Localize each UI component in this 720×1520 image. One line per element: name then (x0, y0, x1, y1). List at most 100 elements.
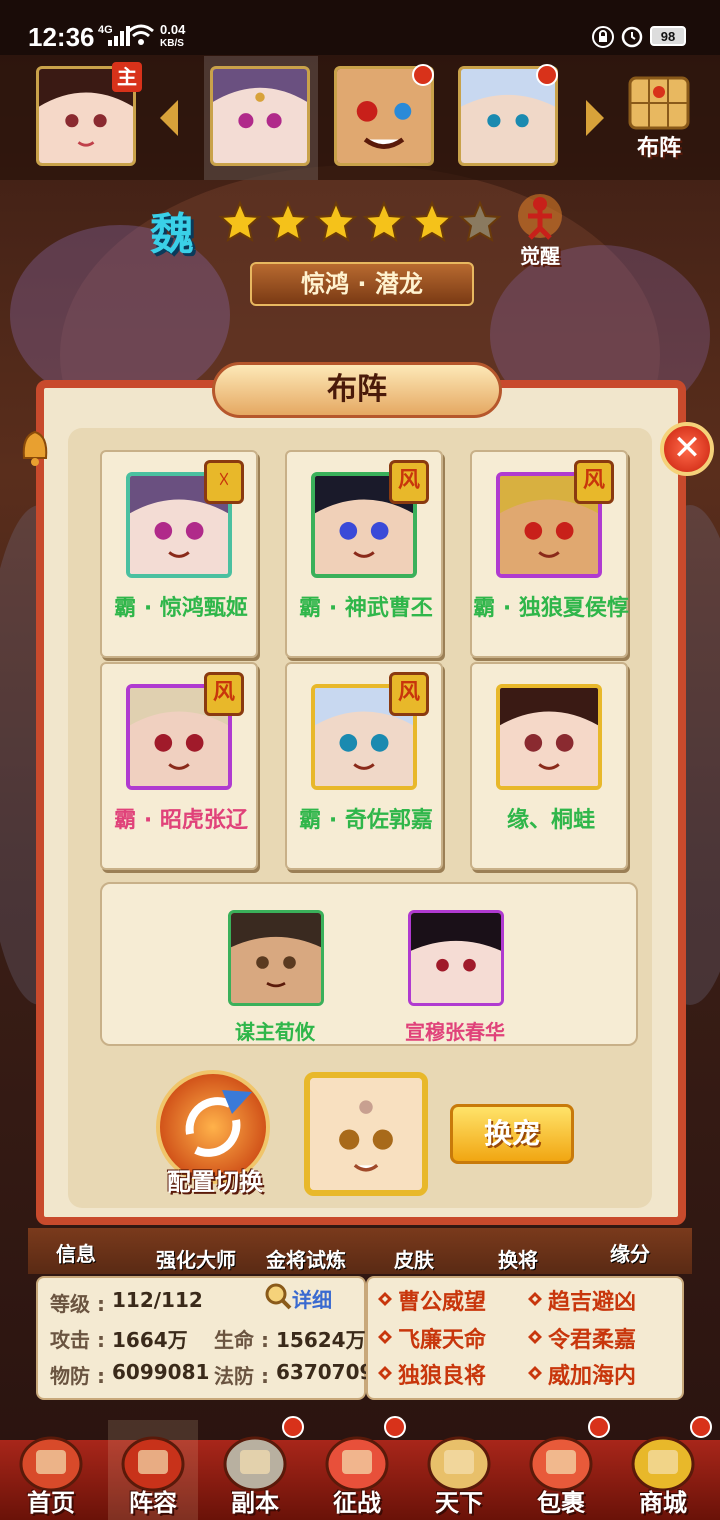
hero-card-name: 霸 · 独狼夏侯惇 (473, 596, 629, 621)
hero-title-banner: 惊鸿 · 潜龙 (250, 262, 474, 306)
star-filled-icon (362, 200, 406, 243)
mdef-label: 法防 : (214, 1364, 269, 1388)
nav-label: 商城 (639, 1489, 687, 1517)
diamond-bullet-icon (378, 1330, 392, 1344)
hero-card-name: 缘、桐蛙 (506, 808, 595, 833)
pdef-value: 6099081 (112, 1360, 210, 1384)
hero-card[interactable]: 风霸 · 昭虎张辽 (100, 662, 258, 870)
diamond-bullet-icon (378, 1366, 392, 1380)
tab-bar (28, 1228, 692, 1274)
fate-label: 威加海内 (548, 1364, 637, 1389)
hp-label: 生命 : (214, 1328, 269, 1352)
hero-card[interactable]: 风霸 · 奇佐郭嘉 (285, 662, 443, 870)
chevron-right-icon[interactable] (582, 98, 608, 138)
formation-board-icon (628, 76, 690, 130)
tab-skin[interactable]: 皮肤 (394, 1244, 434, 1273)
net-speed-unit: KB/S (160, 38, 184, 49)
star-filled-icon (266, 200, 310, 243)
wind-icon: 风 (389, 672, 429, 716)
nav-world[interactable]: 天下 (414, 1420, 504, 1520)
nav-label: 副本 (231, 1489, 279, 1517)
notification-dot (536, 64, 558, 86)
mdef-value: 6370709 (276, 1360, 374, 1384)
substitute-portrait-1[interactable] (228, 910, 324, 1006)
diamond-bullet-icon (528, 1366, 542, 1380)
nav-lineup[interactable]: 阵容 (108, 1420, 198, 1520)
star-filled-icon (410, 200, 454, 243)
wifi-icon (128, 24, 154, 45)
star-filled-icon (218, 200, 262, 243)
hero-card[interactable]: 缘、桐蛙 (470, 662, 628, 870)
tab-swap-hero[interactable]: 换将 (498, 1244, 538, 1273)
hero-card-name: 霸 · 惊鸿甄姬 (114, 596, 248, 621)
kingdom-label: 魏 (150, 209, 194, 260)
hero-face-icon (500, 688, 598, 786)
wind-icon: 风 (574, 460, 614, 504)
hp-value: 15624万 (276, 1328, 366, 1352)
close-icon: ✕ (672, 428, 702, 468)
signal-icon (108, 26, 130, 46)
nav-label: 阵容 (129, 1489, 177, 1517)
detail-button[interactable]: 详细 (264, 1280, 344, 1316)
pet-portrait[interactable] (304, 1072, 428, 1196)
notification-dot (588, 1416, 610, 1438)
config-switch-label: 配置切换 (167, 1168, 263, 1196)
nav-label: 征战 (333, 1489, 381, 1517)
net-speed-value: 0.04 (160, 22, 186, 37)
nav-label: 首页 (27, 1489, 75, 1517)
notification-dot (690, 1416, 712, 1438)
swap-pet-button[interactable]: 换宠 (450, 1104, 574, 1164)
substitute-name-1: 谋主荀攸 (235, 1020, 315, 1044)
attack-label: 攻击 : (50, 1328, 105, 1352)
star-rating (218, 200, 518, 244)
wind-icon: 风 (389, 460, 429, 504)
lock-rotation-icon (592, 26, 614, 48)
attack-value: 1664万 (112, 1328, 188, 1352)
alarm-icon (621, 26, 643, 48)
leader-badge: 主 (112, 62, 142, 92)
substitute-name-2: 宣穆张春华 (405, 1020, 505, 1044)
tab-fate[interactable]: 缘分 (610, 1238, 650, 1267)
pdef-label: 物防 : (50, 1364, 105, 1388)
clock: 12:36 (28, 22, 95, 52)
nav-label: 包裹 (537, 1489, 585, 1517)
awaken-icon (518, 194, 562, 240)
fate-label: 曹公威望 (398, 1290, 487, 1315)
awaken-button[interactable]: 觉醒 (510, 190, 570, 270)
tab-enhance-master[interactable]: 强化大师 (156, 1244, 236, 1273)
hero-card-name: 霸 · 昭虎张辽 (114, 808, 248, 833)
nav-label: 天下 (435, 1489, 483, 1517)
hero-face-icon (411, 913, 501, 1003)
hero-card[interactable]: 风霸 · 独狼夏侯惇 (470, 450, 629, 658)
hero-card-name: 霸 · 神武曹丕 (299, 596, 433, 621)
battery-indicator: 98 (650, 26, 686, 46)
diamond-bullet-icon (528, 1292, 542, 1306)
star-empty-icon (458, 200, 502, 243)
diamond-bullet-icon (528, 1330, 542, 1344)
fate-label: 飞廉天命 (398, 1328, 487, 1353)
hero-portrait-selected[interactable] (210, 66, 310, 166)
formation-button[interactable]: 布阵 (620, 72, 698, 164)
tab-info[interactable]: 信息 (56, 1238, 96, 1267)
substitute-portrait-2[interactable] (408, 910, 504, 1006)
notification-dot (412, 64, 434, 86)
tab-gold-trial[interactable]: 金将试炼 (266, 1244, 346, 1273)
notification-dot (384, 1416, 406, 1438)
hero-face-icon (213, 69, 307, 163)
hero-card[interactable]: ☓ 霸 · 惊鸿甄姬 (100, 450, 258, 658)
chevron-left-icon[interactable] (156, 98, 182, 138)
hero-card[interactable]: 风霸 · 神武曹丕 (285, 450, 443, 658)
pet-face-icon (310, 1078, 422, 1190)
nav-home[interactable]: 首页 (6, 1420, 96, 1520)
cross-icon: ☓ (204, 460, 244, 504)
hero-face-icon (231, 913, 321, 1003)
detail-label: 详细 (292, 1288, 332, 1312)
level-value: 112/112 (112, 1288, 203, 1312)
substitute-panel (100, 882, 638, 1046)
notification-dot (282, 1416, 304, 1438)
close-button[interactable]: ✕ (660, 422, 714, 476)
fate-label: 趋吉避凶 (548, 1290, 637, 1315)
magnifier-icon (265, 1283, 292, 1310)
hero-card-name: 霸 · 奇佐郭嘉 (299, 808, 433, 833)
fate-label: 令君柔嘉 (548, 1328, 637, 1353)
